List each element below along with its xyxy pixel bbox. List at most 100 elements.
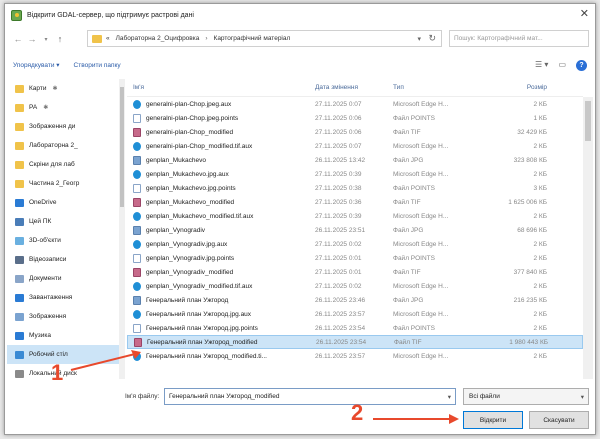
file-row[interactable]: genplan_Vynogradiv.jpg.aux 27.11.2025 0:0… [127, 237, 583, 251]
file-type-select[interactable]: Всі файли ▾ [463, 388, 589, 405]
up-icon[interactable]: ↑ [53, 34, 67, 44]
filename-field[interactable]: Генеральний план Ужгород_modified ▾ [164, 388, 456, 405]
file-row[interactable]: genplan_Mukachevo.jpg.points 27.11.2025 0… [127, 181, 583, 195]
forward-icon[interactable]: → [25, 34, 39, 44]
file-name-cell: genplan_Vynogradiv.jpg.points [127, 253, 315, 263]
file-row[interactable]: genplan_Mukachevo_modified 27.11.2025 0:3… [127, 195, 583, 209]
file-type-value: Всі файли [469, 393, 500, 400]
file-type: Microsoft Edge H... [393, 170, 449, 178]
file-row[interactable]: Генеральний план Ужгород_modified.ti... 2… [127, 349, 583, 363]
file-name: genplan_Vynogradiv_modified [146, 268, 234, 276]
file-name: genplan_Mukachevo [146, 156, 206, 164]
close-icon[interactable]: ✕ [580, 7, 589, 20]
breadcrumb-overflow[interactable]: « [106, 35, 110, 42]
folder-icon [15, 350, 24, 359]
file-row[interactable]: genplan_Vynogradiv_modified.tif.aux 27.11… [127, 279, 583, 293]
column-header-date[interactable]: Дата змінення [315, 84, 393, 91]
column-header-size[interactable]: Розмір [477, 84, 557, 91]
view-options-icon[interactable]: ☰ ▾ [535, 60, 548, 71]
file-name-cell: genplan_Vynogradiv [127, 225, 315, 235]
sidebar-item[interactable]: Музика [7, 326, 119, 345]
sidebar-item[interactable]: 3D-об'єкти [7, 231, 119, 250]
breadcrumb-lab2[interactable]: Лабораторна 2_Оцифровка [116, 35, 200, 42]
back-icon[interactable]: ← [11, 34, 25, 44]
file-row[interactable]: genplan_Mukachevo_modified.tif.aux 27.11.… [127, 209, 583, 223]
file-row[interactable]: genplan_Mukachevo 26.11.2025 13:42 Файл JP… [127, 153, 583, 167]
tif-file-icon [133, 127, 141, 137]
tif-file-icon [133, 197, 141, 207]
tif-file-icon [133, 267, 141, 277]
sidebar-item[interactable]: Зображення [7, 307, 119, 326]
file-row[interactable]: generalni-plan-Chop_modified 27.11.2025 0… [127, 125, 583, 139]
folder-icon [15, 103, 24, 112]
file-list: Ім'я Дата змінення Тип Розмір generalni-… [127, 79, 583, 379]
folder-icon [15, 84, 24, 93]
new-folder-button[interactable]: Створити папку [74, 62, 121, 69]
file-row[interactable]: generalni-plan-Chop.jpeg.points 27.11.202… [127, 111, 583, 125]
sidebar-item[interactable]: Частина 2_Геогр [7, 174, 119, 193]
file-type: Файл JPG [393, 226, 424, 234]
search-input[interactable]: Пошук: Картографічний мат... [449, 30, 589, 47]
sidebar-item-label: Відеозаписи [29, 256, 67, 263]
file-name: Генеральний план Ужгород [146, 296, 229, 304]
list-header: Ім'я Дата змінення Тип Розмір [127, 79, 583, 97]
open-file-dialog: Відкрити GDAL-сервер, що підтримує растр… [4, 3, 596, 435]
open-button[interactable]: Відкрити [463, 411, 523, 429]
help-icon[interactable]: ? [576, 59, 587, 71]
file-size: 68 696 КБ [517, 226, 547, 234]
sidebar-item[interactable]: Зображення ди [7, 117, 119, 136]
address-dropdown-icon[interactable]: ▾ [417, 35, 421, 43]
breadcrumb-cartographic[interactable]: Картографічний матеріал [214, 35, 291, 42]
file-row[interactable]: generalni-plan-Chop_modified.tif.aux 27.1… [127, 139, 583, 153]
file-date: 26.11.2025 23:46 [315, 296, 366, 304]
sidebar-item[interactable]: Завантаження [7, 288, 119, 307]
file-date: 27.11.2025 0:01 [315, 268, 362, 276]
file-name-cell: generalni-plan-Chop.jpeg.aux [127, 99, 315, 109]
sidebar-item[interactable]: Цей ПК [7, 212, 119, 231]
file-row[interactable]: Генеральний план Ужгород 26.11.2025 23:46… [127, 293, 583, 307]
address-bar[interactable]: « Лабораторна 2_Оцифровка › Картографічн… [87, 30, 442, 47]
doc-file-icon [133, 323, 141, 333]
sidebar-item[interactable]: Відеозаписи [7, 250, 119, 269]
sidebar-item[interactable]: PA ✱ [7, 98, 119, 117]
file-row[interactable]: genplan_Mukachevo.jpg.aux 27.11.2025 0:39… [127, 167, 583, 181]
edge-file-icon [133, 281, 141, 291]
file-name: genplan_Mukachevo_modified [146, 198, 235, 206]
organize-button[interactable]: Упорядкувати ▾ [13, 61, 60, 69]
img-file-icon [133, 225, 141, 235]
filename-label: Ім'я файлу: [125, 393, 160, 400]
file-list-scrollbar[interactable] [583, 97, 593, 379]
file-row[interactable]: Генеральний план Ужгород.jpg.points 26.11… [127, 321, 583, 335]
doc-file-icon [133, 113, 141, 123]
sidebar-item[interactable]: Лабораторна 2_ [7, 136, 119, 155]
file-row[interactable]: genplan_Vynogradiv.jpg.points 27.11.2025 … [127, 251, 583, 265]
folder-icon [15, 293, 24, 302]
file-size: 2 КБ [533, 142, 547, 150]
file-name: genplan_Vynogradiv_modified.tif.aux [146, 282, 253, 290]
filename-dropdown-icon[interactable]: ▾ [448, 393, 451, 401]
file-row[interactable]: Генеральний план Ужгород.jpg.aux 26.11.20… [127, 307, 583, 321]
file-row[interactable]: genplan_Vynogradiv 26.11.2025 23:51 Файл J… [127, 223, 583, 237]
file-row[interactable]: generalni-plan-Chop.jpeg.aux 27.11.2025 0… [127, 97, 583, 111]
sidebar-item[interactable]: OneDrive [7, 193, 119, 212]
column-header-name[interactable]: Ім'я [127, 84, 315, 91]
refresh-icon[interactable]: ↻ [428, 33, 436, 44]
file-row[interactable]: Генеральний план Ужгород_modified 26.11.2… [127, 335, 583, 349]
file-date: 27.11.2025 0:39 [315, 212, 362, 220]
dropdown-icon[interactable]: ▾ [39, 36, 53, 43]
sidebar-item[interactable]: Карти ✱ [7, 79, 119, 98]
file-type-dropdown-icon: ▾ [580, 393, 584, 401]
cancel-button[interactable]: Скасувати [529, 411, 589, 429]
img-file-icon [133, 155, 141, 165]
sidebar-item[interactable]: Документи [7, 269, 119, 288]
file-size: 3 КБ [533, 184, 547, 192]
sidebar-scrollbar[interactable] [119, 79, 125, 379]
file-date: 27.11.2025 0:02 [315, 240, 362, 248]
file-type: Файл TIF [393, 128, 421, 136]
file-row[interactable]: genplan_Vynogradiv_modified 27.11.2025 0:… [127, 265, 583, 279]
sidebar-item[interactable]: Скріни для лаб [7, 155, 119, 174]
file-date: 26.11.2025 23:54 [316, 338, 367, 346]
column-header-type[interactable]: Тип [393, 84, 477, 91]
file-date: 26.11.2025 23:57 [315, 352, 366, 360]
preview-pane-icon[interactable]: ▭ [558, 60, 566, 71]
